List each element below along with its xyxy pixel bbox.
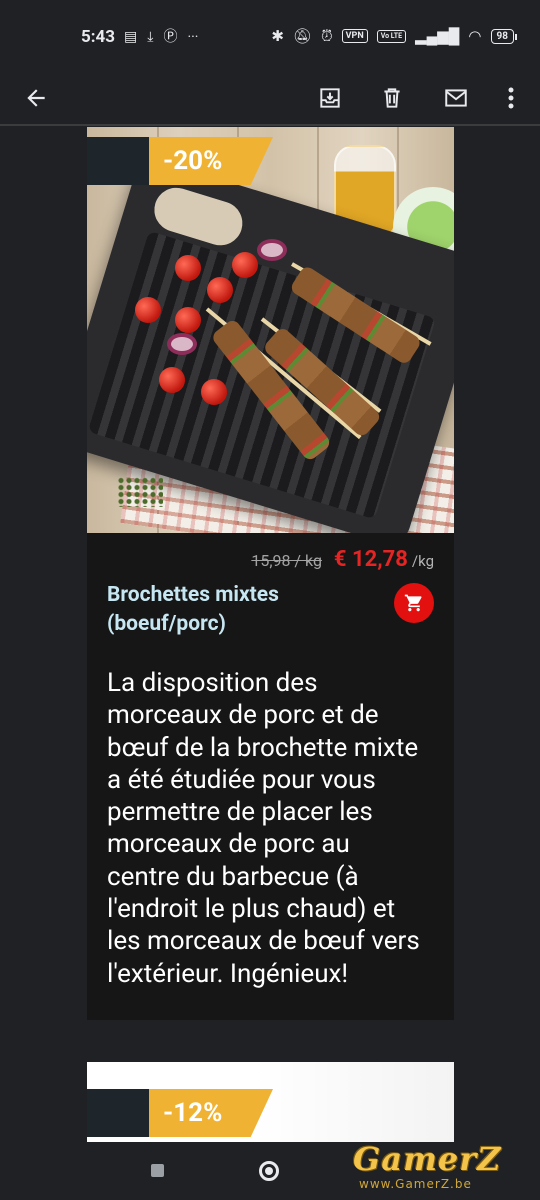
status-bar: 5:43 ▤ ⤓ Ⓟ ··· ✱ 🔕︎ ⏰︎ VPN Vo LTE ▂▄▆█ ◠… [0, 0, 540, 74]
mail-icon[interactable] [436, 78, 476, 118]
tomato [201, 379, 227, 405]
product-card[interactable]: -20% 15,98 / kg € 12,78 /kg Brochettes m… [87, 127, 454, 1020]
status-time: 5:43 [81, 27, 116, 47]
next-discount-badge: -12% [87, 1089, 277, 1137]
add-to-cart-button[interactable] [394, 583, 434, 623]
next-product-card[interactable]: -12% [87, 1062, 454, 1142]
onion [167, 333, 197, 355]
download-icon: ⤓ [147, 29, 154, 45]
next-discount-label: -12% [163, 1098, 223, 1128]
onion [257, 239, 287, 261]
tomato [232, 252, 258, 278]
app-bar-divider [0, 124, 540, 126]
description-line: permettre de placer les [107, 797, 373, 828]
archive-icon[interactable] [310, 78, 350, 118]
product-title-line: (boeuf/porc) [107, 612, 226, 636]
cart-icon [404, 594, 422, 612]
description-line: l'extérieur. Ingénieux! [107, 958, 349, 989]
old-price: 15,98 / kg [251, 551, 322, 570]
screen: 5:43 ▤ ⤓ Ⓟ ··· ✱ 🔕︎ ⏰︎ VPN Vo LTE ▂▄▆█ ◠… [0, 0, 540, 1200]
alarm-icon: ⏰︎ [320, 27, 333, 45]
product-image[interactable] [87, 127, 454, 533]
description-line: les morceaux de bœuf vers [107, 926, 420, 957]
description-line: l'endroit le plus chaud) et [107, 894, 396, 925]
description-line: morceaux de porc au [107, 829, 350, 860]
new-price: € 12,78 [333, 547, 408, 572]
product-description: La disposition des morceaux de porc et d… [107, 667, 442, 990]
back-arrow-icon[interactable] [16, 78, 56, 118]
price-unit: /kg [411, 552, 434, 570]
tomato [135, 297, 161, 323]
description-line: bœuf de la brochette mixte [107, 732, 419, 763]
watermark-logo: GamerZ www.GamerZ.be [353, 1140, 528, 1195]
product-title-line: Brochettes mixtes [107, 583, 279, 607]
mute-icon: 🔕︎ [292, 27, 312, 45]
home-button[interactable] [259, 1161, 279, 1181]
tomato [207, 277, 233, 303]
message-icon: ▤ [124, 29, 138, 45]
wifi-icon: ◠ [468, 27, 482, 45]
recents-button[interactable] [151, 1164, 164, 1177]
herbs [117, 477, 163, 507]
discount-label: -20% [163, 146, 223, 176]
more-vert-icon[interactable] [491, 78, 531, 118]
app-bar [0, 74, 540, 126]
price-row: 15,98 / kg € 12,78 /kg [251, 547, 434, 572]
watermark-url: www.GamerZ.be [359, 1177, 472, 1191]
volte-icon: Vo LTE [376, 29, 407, 43]
description-line: a été étudiée pour vous [107, 764, 376, 795]
tomato [175, 307, 201, 333]
pinterest-icon: Ⓟ [163, 29, 178, 45]
tomato [159, 367, 185, 393]
vpn-icon: VPN [341, 29, 368, 43]
description-line: centre du barbecue (à [107, 861, 359, 892]
description-line: La disposition des [107, 668, 318, 698]
watermark-name: GamerZ [353, 1140, 502, 1178]
trash-icon[interactable] [372, 78, 412, 118]
more-notifications-icon: ··· [187, 29, 199, 45]
product-title[interactable]: Brochettes mixtes (boeuf/porc) [107, 581, 387, 639]
description-line: morceaux de porc et de [107, 700, 379, 731]
system-icons: ✱ 🔕︎ ⏰︎ VPN Vo LTE ▂▄▆█ ◠ 98 [271, 27, 518, 45]
tomato [175, 255, 201, 281]
notification-icons: ▤ ⤓ Ⓟ ··· [124, 28, 198, 46]
battery-icon: 98 [490, 28, 518, 44]
signal-icon: ▂▄▆█ [415, 27, 460, 45]
discount-badge: -20% [87, 137, 277, 185]
bluetooth-icon: ✱ [271, 27, 284, 45]
